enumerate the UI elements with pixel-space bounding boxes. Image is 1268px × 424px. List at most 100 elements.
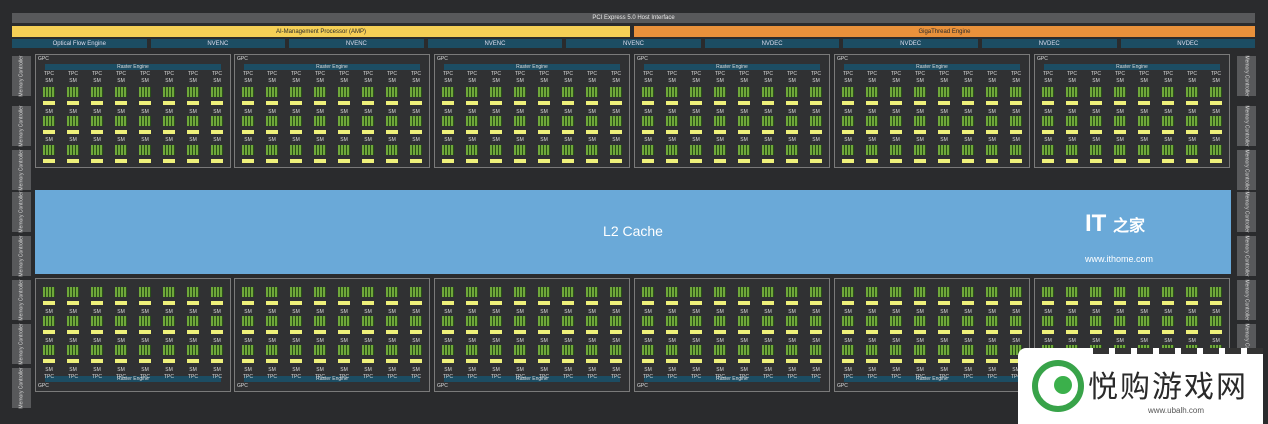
sm-label: SM (916, 367, 924, 373)
sm-label: SM (468, 338, 476, 344)
cuda-cores (67, 345, 79, 355)
rt-core (866, 330, 878, 334)
rt-core (666, 301, 678, 305)
rt-core (410, 330, 422, 334)
cuda-cores (490, 316, 502, 326)
cuda-cores (1210, 316, 1222, 326)
tpc-column: SMSMSMTPC (734, 281, 754, 381)
rt-core (466, 330, 478, 334)
sm-label: SM (412, 109, 420, 115)
rt-core (666, 101, 678, 105)
sm-label: SM (292, 109, 300, 115)
cuda-cores (163, 345, 175, 355)
rt-core (163, 301, 175, 305)
cuda-cores (914, 145, 926, 155)
sm-label: SM (716, 367, 724, 373)
cuda-cores (211, 87, 223, 97)
rt-core (314, 101, 326, 105)
rt-core (442, 101, 454, 105)
rt-core (986, 130, 998, 134)
engine-row: Optical Flow Engine NVENC NVENC NVENC NV… (12, 39, 1256, 48)
tpc-label: TPC (843, 71, 853, 77)
sm-label: SM (588, 109, 596, 115)
sm-label: SM (916, 137, 924, 143)
rt-core (410, 101, 422, 105)
cuda-cores (986, 116, 998, 126)
sm-label: SM (788, 309, 796, 315)
tpc-label: TPC (212, 71, 222, 77)
cuda-cores (962, 287, 974, 297)
cuda-cores (242, 145, 254, 155)
cuda-cores (1186, 287, 1198, 297)
nvenc-3: NVENC (427, 39, 563, 48)
nvdec-1: NVDEC (704, 39, 840, 48)
sm-label: SM (540, 109, 548, 115)
tpc-column: SMSMSMTPC (806, 281, 826, 381)
tpc-label: TPC (1043, 71, 1053, 77)
cuda-cores (1066, 116, 1078, 126)
cuda-cores (314, 345, 326, 355)
rt-core (490, 130, 502, 134)
cuda-cores (139, 287, 151, 297)
tpc-label: TPC (267, 71, 277, 77)
sm-label: SM (189, 338, 197, 344)
sm-label: SM (364, 137, 372, 143)
cuda-cores (610, 145, 622, 155)
cuda-cores (338, 145, 350, 155)
rt-core (586, 359, 598, 363)
cuda-cores (386, 145, 398, 155)
cuda-cores (1090, 87, 1102, 97)
tpc-column: TPC SM SM SM (582, 71, 602, 171)
cuda-cores (1162, 316, 1174, 326)
cuda-cores (610, 287, 622, 297)
cuda-cores (490, 345, 502, 355)
rt-core (1114, 159, 1126, 163)
tpc-label: TPC (411, 374, 421, 380)
gpc-1: GPC Raster Engine TPC SM SM SM TPC SM SM SM TPC SM S… (35, 54, 231, 168)
sm-label: SM (189, 309, 197, 315)
gpc-2: GPC Raster Engine TPC SM SM SM TPC SM SM SM TPC SM S… (234, 54, 430, 168)
rt-core (442, 301, 454, 305)
cuda-cores (91, 316, 103, 326)
tpc-column: TPC SM SM SM (558, 71, 578, 171)
cuda-cores (562, 316, 574, 326)
rt-core (1210, 301, 1222, 305)
sm-label: SM (117, 338, 125, 344)
rt-core (642, 359, 654, 363)
rt-core (187, 330, 199, 334)
rt-core (139, 330, 151, 334)
rt-core (890, 330, 902, 334)
sm-label: SM (892, 309, 900, 315)
pcie-host-interface: PCI Express 5.0 Host Interface (12, 13, 1255, 23)
sm-label: SM (1140, 78, 1148, 84)
cuda-cores (714, 345, 726, 355)
tpc-column: SMSMSMTPC (838, 281, 858, 381)
rt-core (762, 159, 774, 163)
rt-core (1066, 159, 1078, 163)
tpc-column: TPC SM SM SM (286, 71, 306, 171)
cuda-cores (187, 145, 199, 155)
rt-core (1010, 159, 1022, 163)
tpc-column: SMSMSMTPC (862, 281, 882, 381)
sm-label: SM (1092, 309, 1100, 315)
rt-core (187, 159, 199, 163)
sm-label: SM (468, 109, 476, 115)
cuda-cores (187, 116, 199, 126)
tpc-label: TPC (44, 374, 54, 380)
tpc-column: TPC SM SM SM (462, 71, 482, 171)
sm-label: SM (740, 78, 748, 84)
rt-core (1186, 301, 1198, 305)
cuda-cores (562, 345, 574, 355)
sm-label: SM (316, 367, 324, 373)
sm-label: SM (1116, 309, 1124, 315)
sm-label: SM (444, 367, 452, 373)
sm-label: SM (868, 367, 876, 373)
cuda-cores (386, 345, 398, 355)
cuda-cores (866, 287, 878, 297)
tpc-label: TPC (691, 374, 701, 380)
sm-label: SM (492, 109, 500, 115)
sm-label: SM (117, 367, 125, 373)
rt-core (386, 101, 398, 105)
sm-label: SM (292, 137, 300, 143)
rt-core (43, 330, 55, 334)
